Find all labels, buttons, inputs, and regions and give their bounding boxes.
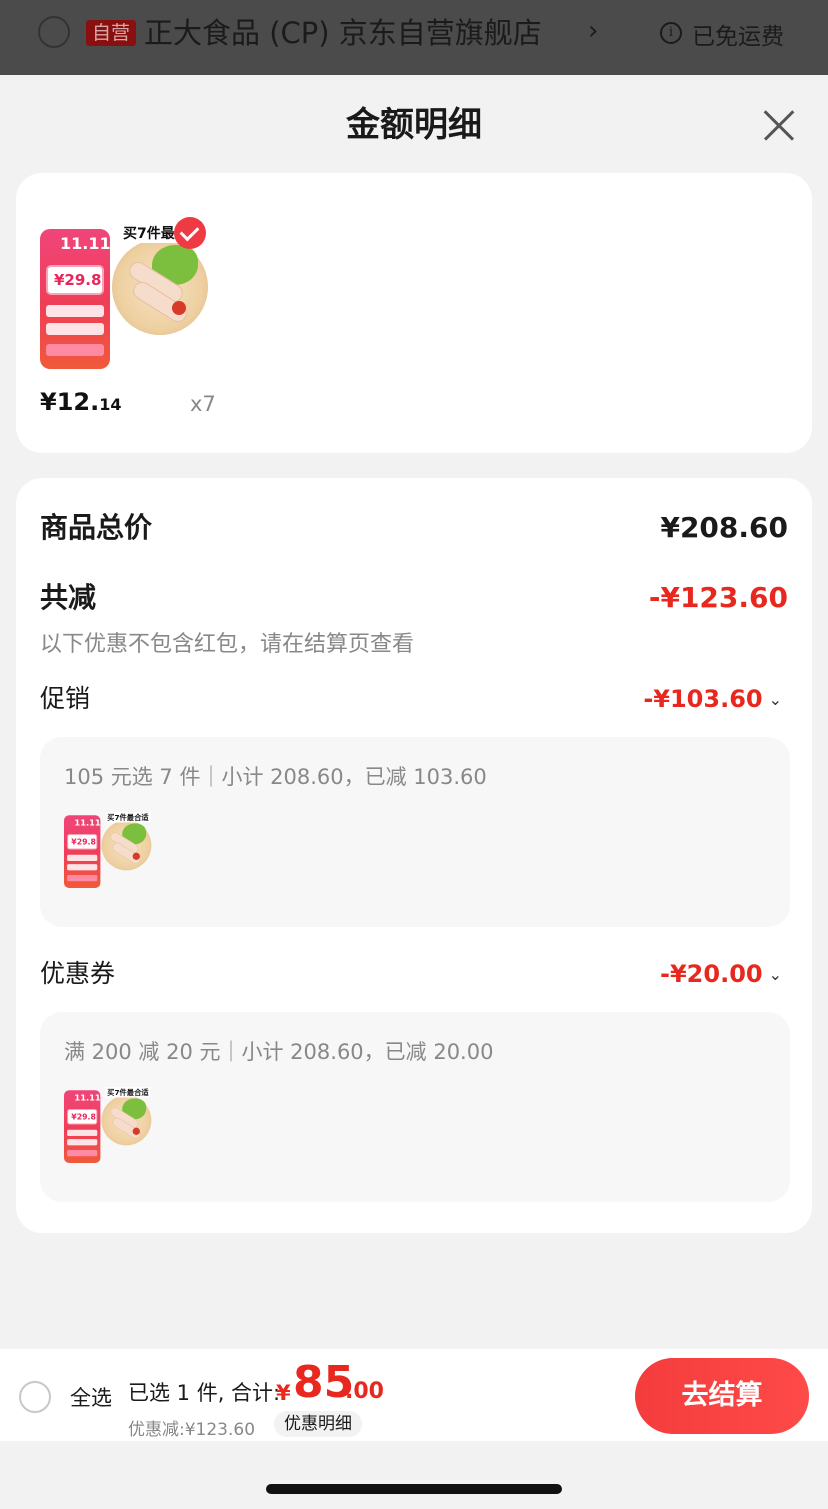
promotion-detail-text: 105 元选 7 件｜小计 208.60，已减 103.60	[64, 765, 487, 789]
promo-card: 11.11 ¥29.8	[40, 229, 111, 369]
product-card: 11.11 ¥29.8 买7件最 ¥12.14 x7	[16, 173, 812, 453]
promo-line	[67, 1150, 98, 1157]
tomato-shape	[132, 852, 140, 860]
promo-price-box: ¥29.8	[46, 265, 104, 295]
promo-line	[46, 305, 104, 317]
coupon-detail-text: 满 200 减 20 元｜小计 208.60，已减 20.00	[64, 1040, 494, 1064]
close-icon[interactable]	[762, 108, 796, 142]
promo-price: ¥29.8	[71, 837, 96, 847]
promo-price: ¥29.8	[71, 1112, 96, 1122]
store-select-radio[interactable]	[38, 16, 70, 48]
promo-line	[67, 1139, 98, 1146]
store-name[interactable]: 正大食品 (CP) 京东自营旗舰店	[144, 14, 542, 52]
discount-summary: 优惠减:¥123.60	[128, 1420, 256, 1440]
promotion-detail-box: 105 元选 7 件｜小计 208.60，已减 103.60 11.11 ¥29…	[40, 737, 790, 927]
promotion-label: 促销	[40, 684, 91, 713]
reduce-label: 共减	[40, 581, 97, 614]
coupon-label: 优惠券	[40, 959, 116, 988]
total-label: 商品总价	[40, 511, 153, 544]
self-operated-badge: 自营	[86, 20, 137, 46]
promo-line	[46, 344, 104, 356]
product-thumbnail-small: 11.11 ¥29.8 买7件最合适	[64, 1084, 152, 1164]
select-all-radio[interactable]	[19, 1381, 51, 1413]
promo-line	[67, 854, 98, 861]
selected-summary: 已选 1 件, 合计:	[128, 1381, 281, 1405]
promotion-amount-text: -¥103.60	[643, 685, 763, 713]
checkout-bar: 全选 已选 1 件, 合计: ¥ 85 .00 优惠减:¥123.60 优惠明细…	[0, 1349, 828, 1441]
chevron-down-icon: ⌄	[768, 965, 782, 984]
reduce-value: -¥123.60	[648, 581, 788, 614]
promo-card: 11.11 ¥29.8	[64, 815, 101, 889]
unit-price-int: ¥12.	[40, 388, 100, 416]
chevron-right-icon[interactable]: ›	[588, 16, 598, 46]
buy-tag: 买7件最合适	[105, 812, 151, 823]
discount-note: 以下优惠不包含红包，请在结算页查看	[40, 632, 415, 657]
buy-tag: 买7件最合适	[105, 1087, 151, 1098]
promo-line	[67, 864, 98, 871]
promotion-amount[interactable]: -¥103.60 ⌄	[643, 682, 782, 719]
total-currency: ¥	[276, 1381, 291, 1405]
sheet-title: 金额明细	[346, 105, 482, 145]
promo-line	[67, 875, 98, 882]
chicken-plate-image	[112, 239, 208, 335]
tomato-shape	[172, 301, 186, 315]
total-value: ¥208.60	[660, 511, 788, 544]
double-eleven-logo: 11.11	[74, 817, 101, 828]
promo-price-box: ¥29.8	[67, 833, 98, 850]
checkout-button[interactable]: 去结算	[635, 1358, 809, 1434]
chicken-plate-image	[101, 820, 152, 871]
buy-tag: 买7件最	[120, 223, 178, 243]
coupon-amount-text: -¥20.00	[660, 960, 763, 988]
chicken-plate-image	[101, 1095, 152, 1146]
product-thumbnail[interactable]: 11.11 ¥29.8 买7件最	[40, 217, 210, 369]
discount-detail-button[interactable]: 优惠明细	[274, 1411, 362, 1437]
coupon-detail-box: 满 200 减 20 元｜小计 208.60，已减 20.00 11.11 ¥2…	[40, 1012, 790, 1202]
double-eleven-logo: 11.11	[60, 234, 111, 253]
unit-price: ¥12.14	[40, 388, 121, 416]
promo-line	[67, 1129, 98, 1136]
select-all-label[interactable]: 全选	[70, 1382, 112, 1412]
unit-price-dec: 14	[99, 395, 122, 414]
product-thumbnail-small: 11.11 ¥29.8 买7件最合适	[64, 809, 152, 889]
promo-card: 11.11 ¥29.8	[64, 1090, 101, 1164]
amount-detail-sheet: 金额明细 11.11 ¥29.8 买7件最 ¥12.14 x7 商品总价 ¥20…	[0, 75, 828, 1509]
check-icon	[174, 217, 206, 249]
total-amount-dec: .00	[345, 1379, 384, 1404]
shipping-status: 已免运费	[692, 24, 784, 50]
info-icon[interactable]: i	[660, 22, 682, 44]
chevron-down-icon: ⌄	[768, 690, 782, 709]
double-eleven-logo: 11.11	[74, 1092, 101, 1103]
promo-price-box: ¥29.8	[67, 1108, 98, 1125]
home-indicator[interactable]	[266, 1484, 562, 1494]
price-detail-card: 商品总价 ¥208.60 共减 -¥123.60 以下优惠不包含红包，请在结算页…	[16, 478, 812, 1233]
promo-price: ¥29.8	[54, 271, 102, 289]
store-header: 自营 正大食品 (CP) 京东自营旗舰店 › i 已免运费	[0, 0, 828, 75]
quantity: x7	[190, 392, 216, 416]
promo-line	[46, 323, 104, 335]
tomato-shape	[132, 1127, 140, 1135]
coupon-amount[interactable]: -¥20.00 ⌄	[660, 957, 782, 994]
